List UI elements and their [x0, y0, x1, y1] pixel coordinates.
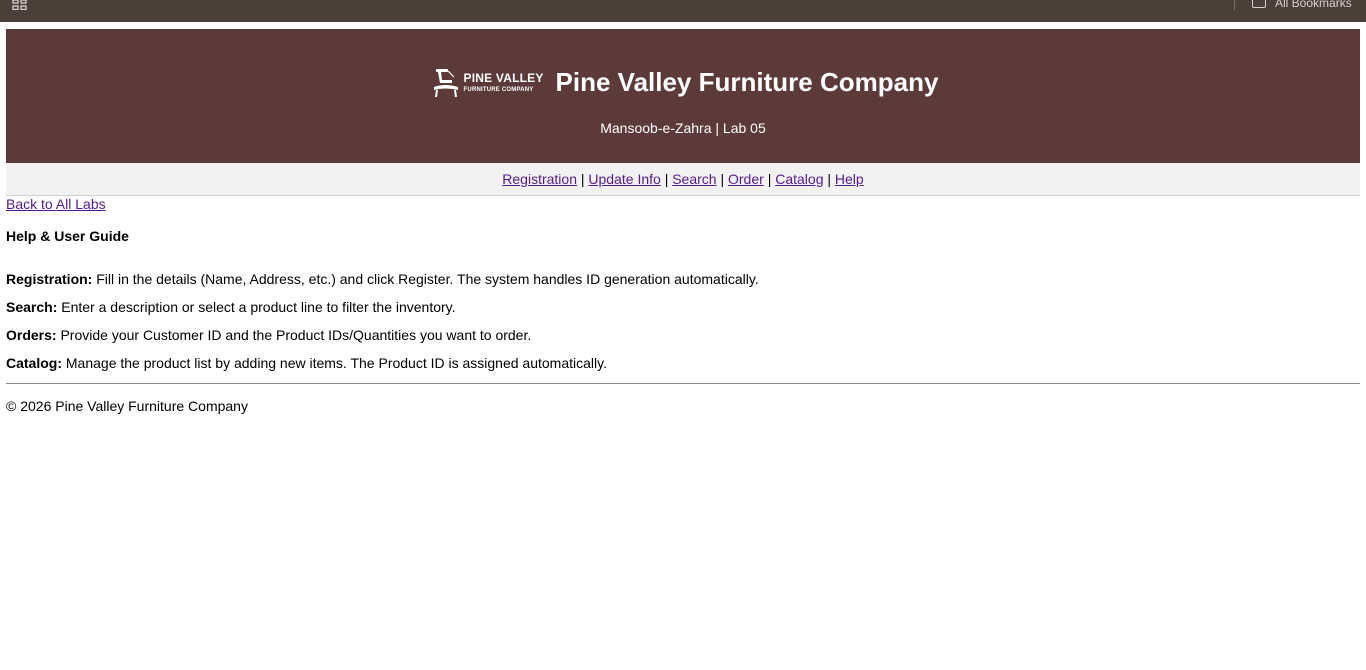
header-subtitle: Mansoob-e-Zahra | Lab 05 — [600, 120, 766, 136]
guide-term: Catalog: — [6, 355, 62, 371]
section-title: Help & User Guide — [6, 228, 129, 244]
guide-text: Provide your Customer ID and the Product… — [56, 327, 532, 343]
folder-icon — [1252, 0, 1266, 8]
header-row: PINE VALLEY FURNITURE COMPANY Pine Valle… — [6, 65, 1360, 99]
guide-text: Manage the product list by adding new it… — [62, 355, 607, 371]
nav-separator: | — [664, 171, 669, 187]
nav-link-help[interactable]: Help — [835, 171, 864, 187]
guide-item-search: Search: Enter a description or select a … — [6, 299, 1360, 315]
site-header: PINE VALLEY FURNITURE COMPANY Pine Valle… — [6, 29, 1360, 163]
guide-term: Registration: — [6, 271, 93, 287]
site-title: Pine Valley Furniture Company — [555, 66, 939, 97]
guide-text: Enter a description or select a product … — [57, 299, 456, 315]
nav-separator: | — [767, 171, 772, 187]
nav-separator: | — [827, 171, 832, 187]
nav-link-registration[interactable]: Registration — [502, 171, 577, 187]
back-to-all-labs-link[interactable]: Back to All Labs — [6, 196, 106, 212]
guide-item-registration: Registration: Fill in the details (Name,… — [6, 271, 1360, 287]
nav-separator: | — [580, 171, 585, 187]
chair-logo-icon — [433, 69, 458, 98]
nav-separator: | — [720, 171, 725, 187]
all-bookmarks-label: All Bookmarks — [1275, 0, 1352, 10]
page: PINE VALLEY FURNITURE COMPANY Pine Valle… — [6, 29, 1360, 414]
main-nav: Registration | Update Info | Search | Or… — [6, 163, 1360, 196]
footer-divider — [6, 383, 1360, 384]
guide-term: Search: — [6, 299, 58, 315]
bookmarks-bar: All Bookmarks — [0, 0, 1366, 22]
guide-text: Fill in the details (Name, Address, etc.… — [92, 271, 759, 287]
help-guide: Registration: Fill in the details (Name,… — [6, 271, 1360, 371]
all-bookmarks-button[interactable]: All Bookmarks — [1252, 0, 1352, 10]
footer-copyright: © 2026 Pine Valley Furniture Company — [6, 398, 248, 414]
bar-divider — [1234, 0, 1235, 10]
guide-item-orders: Orders: Provide your Customer ID and the… — [6, 327, 1360, 343]
logo-subtitle: FURNITURE COMPANY — [463, 86, 534, 93]
nav-link-catalog[interactable]: Catalog — [775, 171, 823, 187]
apps-grid-icon[interactable] — [12, 0, 28, 10]
guide-term: Orders: — [6, 327, 57, 343]
logo: PINE VALLEY FURNITURE COMPANY — [428, 65, 544, 99]
nav-link-search[interactable]: Search — [672, 171, 716, 187]
nav-link-order[interactable]: Order — [728, 171, 764, 187]
logo-name: PINE VALLEY — [463, 70, 544, 85]
guide-item-catalog: Catalog: Manage the product list by addi… — [6, 355, 1360, 371]
nav-link-update-info[interactable]: Update Info — [588, 171, 660, 187]
